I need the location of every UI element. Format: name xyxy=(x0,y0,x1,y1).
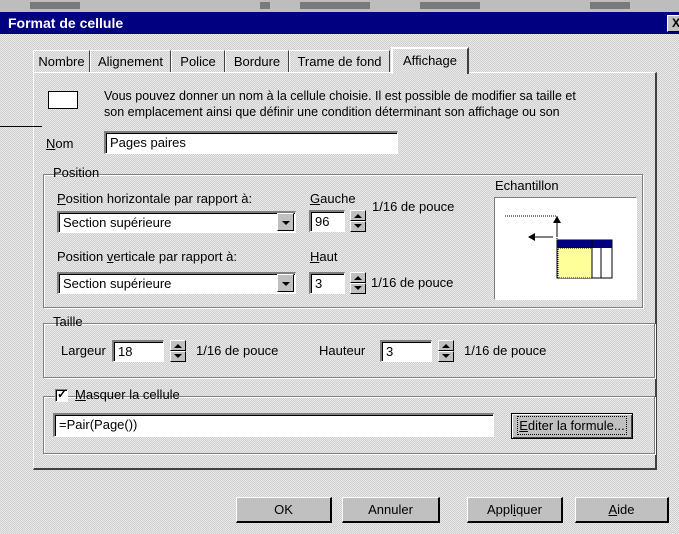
height-input[interactable]: 3 xyxy=(380,340,432,362)
callout-line xyxy=(0,126,42,127)
vertical-position-select[interactable]: Section supérieure xyxy=(57,272,296,294)
left-unit-label: 1/16 de pouce xyxy=(372,199,455,214)
tab-nombre[interactable]: Nombre xyxy=(33,50,90,72)
left-offset-input[interactable]: 96 xyxy=(309,210,345,232)
sample-diagram xyxy=(505,215,613,279)
toolbar-fragment xyxy=(300,2,370,9)
sample-header-band xyxy=(557,240,612,248)
tab-trame-de-fond[interactable]: Trame de fond xyxy=(289,50,390,72)
cancel-button[interactable]: Annuler xyxy=(342,497,440,523)
hide-cell-checkbox[interactable] xyxy=(55,387,68,402)
tab-bordure[interactable]: Bordure xyxy=(225,50,289,72)
edit-formula-button[interactable]: Editer la formule... xyxy=(511,413,633,439)
width-spinner[interactable] xyxy=(170,340,186,362)
intro-text-line1: Vous pouvez donner un nom à la cellule c… xyxy=(104,89,576,103)
toolbar-fragment xyxy=(420,2,480,9)
width-input[interactable]: 18 xyxy=(112,340,164,362)
help-button[interactable]: Aide xyxy=(575,497,669,523)
name-input[interactable]: Pages paires xyxy=(104,131,398,154)
spin-down-button[interactable] xyxy=(350,221,366,232)
size-legend: Taille xyxy=(53,314,83,329)
spin-down-button[interactable] xyxy=(438,351,454,362)
height-label: Hauteur xyxy=(319,343,366,358)
height-spinner[interactable] xyxy=(438,340,454,362)
horizontal-position-select[interactable]: Section supérieure xyxy=(57,211,296,233)
left-label: Gauche xyxy=(310,191,356,206)
preview-swatch xyxy=(48,91,78,109)
apply-button[interactable]: Appliquer xyxy=(467,497,563,523)
top-offset-input[interactable]: 3 xyxy=(309,272,345,294)
position-legend: Position xyxy=(53,165,100,180)
name-label: Nom xyxy=(46,136,74,151)
dialog-title: Format de cellule xyxy=(8,15,124,31)
close-button[interactable]: X xyxy=(667,15,679,32)
tab-alignement[interactable]: Alignement xyxy=(90,50,171,72)
spin-up-button[interactable] xyxy=(350,210,366,221)
spin-down-button[interactable] xyxy=(170,351,186,362)
spin-down-button[interactable] xyxy=(350,283,366,294)
top-unit-label: 1/16 de pouce xyxy=(371,275,454,290)
spin-up-button[interactable] xyxy=(350,272,366,283)
title-bar: Format de cellule X xyxy=(0,12,679,34)
toolbar-fragment xyxy=(590,2,630,9)
formula-input[interactable]: =Pair(Page()) xyxy=(53,413,494,437)
top-offset-spinner[interactable] xyxy=(350,272,366,294)
sample-label: Echantillon xyxy=(495,178,559,193)
ok-button[interactable]: OK xyxy=(236,497,332,523)
top-label: Haut xyxy=(310,249,338,264)
sample-preview xyxy=(494,197,637,300)
tab-police[interactable]: Police xyxy=(171,50,225,72)
vertical-position-label: Position verticale par rapport à: xyxy=(57,249,237,264)
tab-affichage[interactable]: Affichage xyxy=(391,47,469,74)
toolbar-fragment xyxy=(260,2,270,9)
intro-text-line2: son emplacement ainsi que définir une co… xyxy=(104,105,560,119)
vertical-dropdown-button[interactable] xyxy=(277,274,294,292)
horizontal-dropdown-button[interactable] xyxy=(277,213,294,231)
toolbar-fragment xyxy=(30,2,80,9)
width-label: Largeur xyxy=(61,343,106,358)
edit-formula-label: Editer la formule... xyxy=(517,416,627,435)
horizontal-position-label: Position horizontale par rapport à: xyxy=(57,191,253,206)
spin-up-button[interactable] xyxy=(170,340,186,351)
height-unit-label: 1/16 de pouce xyxy=(464,343,547,358)
spin-up-button[interactable] xyxy=(438,340,454,351)
left-offset-spinner[interactable] xyxy=(350,210,366,232)
hide-cell-label: Masquer la cellule xyxy=(75,387,180,402)
width-unit-label: 1/16 de pouce xyxy=(196,343,279,358)
